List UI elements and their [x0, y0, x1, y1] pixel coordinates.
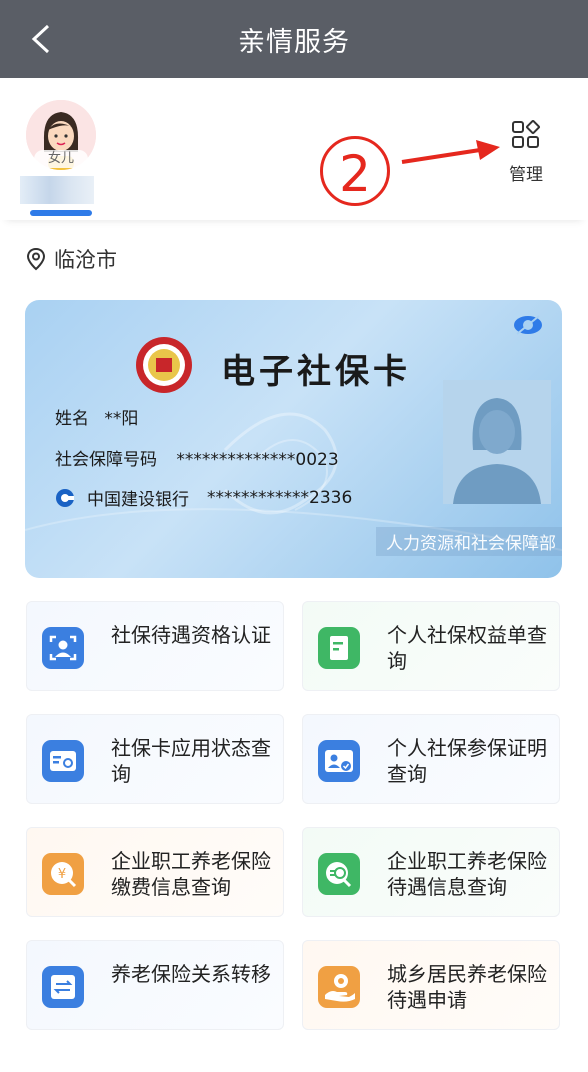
- hand-coin-icon: [318, 966, 360, 1008]
- social-security-emblem-icon: [136, 337, 192, 393]
- service-label: 企业职工养老保险待遇信息查询: [387, 849, 547, 899]
- bank-account-value: ************2336: [207, 487, 353, 508]
- service-label: 社保待遇资格认证: [111, 623, 271, 647]
- card-status-icon: [42, 740, 84, 782]
- manage-label: 管理: [509, 165, 543, 185]
- svg-text:¥: ¥: [58, 867, 66, 882]
- service-label: 个人社保权益单查询: [387, 623, 547, 673]
- document-icon: [318, 627, 360, 669]
- service-tile-qualification-auth[interactable]: 社保待遇资格认证: [26, 601, 284, 691]
- cardholder-name-row: 姓名 **阳: [55, 404, 138, 429]
- face-scan-icon: [42, 627, 84, 669]
- eye-toggle-icon[interactable]: [513, 314, 543, 336]
- ssn-row: 社会保障号码 **************0023: [55, 445, 339, 470]
- service-label: 社保卡应用状态查询: [111, 736, 271, 786]
- service-tile-resident-pension-apply[interactable]: 城乡居民养老保险待遇申请: [302, 940, 560, 1030]
- service-label: 养老保险关系转移: [111, 962, 271, 986]
- payment-icon: ¥: [42, 853, 84, 895]
- ssn-value: **************0023: [176, 450, 339, 470]
- location-pin-icon: [26, 247, 46, 271]
- social-security-card[interactable]: 电子社保卡 姓名 **阳 社会保障号码 **************0023 中…: [25, 300, 562, 578]
- location-city: 临沧市: [54, 248, 117, 272]
- service-tile-insurance-certificate[interactable]: 个人社保参保证明查询: [302, 714, 560, 804]
- id-card-icon: [318, 740, 360, 782]
- annotation-arrow-icon: [401, 140, 500, 164]
- name-label: 姓名: [55, 409, 89, 429]
- service-tile-pension-benefit[interactable]: 企业职工养老保险待遇信息查询: [302, 827, 560, 917]
- ccb-bank-logo-icon: [56, 488, 74, 507]
- person-silhouette-icon: [443, 380, 551, 504]
- name-value: **阳: [104, 409, 139, 429]
- manage-button[interactable]: 管理: [500, 120, 552, 185]
- card-title: 电子社保卡: [221, 352, 411, 392]
- service-tile-card-status[interactable]: 社保卡应用状态查询: [26, 714, 284, 804]
- selected-member-indicator: [30, 210, 92, 216]
- service-tile-pension-payment[interactable]: ¥ 企业职工养老保险缴费信息查询: [26, 827, 284, 917]
- member-name-blurred: [20, 176, 94, 204]
- service-label: 企业职工养老保险缴费信息查询: [111, 849, 271, 899]
- service-label: 个人社保参保证明查询: [387, 736, 547, 786]
- member-relation-tag: 女儿: [34, 150, 88, 168]
- bank-row: 中国建设银行 ************2336: [55, 485, 352, 510]
- service-label: 城乡居民养老保险待遇申请: [387, 962, 547, 1012]
- grid-apps-icon: [512, 120, 540, 148]
- location-row[interactable]: 临沧市: [26, 244, 117, 274]
- service-tile-pension-transfer[interactable]: 养老保险关系转移: [26, 940, 284, 1030]
- service-tile-rights-statement[interactable]: 个人社保权益单查询: [302, 601, 560, 691]
- bank-name: 中国建设银行: [87, 490, 189, 510]
- benefit-search-icon: [318, 853, 360, 895]
- ssn-label: 社会保障号码: [55, 450, 157, 470]
- nav-bar: 亲情服务: [0, 0, 588, 78]
- cardholder-photo: [443, 380, 551, 504]
- page-title: 亲情服务: [238, 27, 350, 58]
- transfer-icon: [42, 966, 84, 1008]
- annotation-circle: 2: [320, 136, 390, 206]
- issuer-label: 人力资源和社会保障部: [376, 527, 562, 556]
